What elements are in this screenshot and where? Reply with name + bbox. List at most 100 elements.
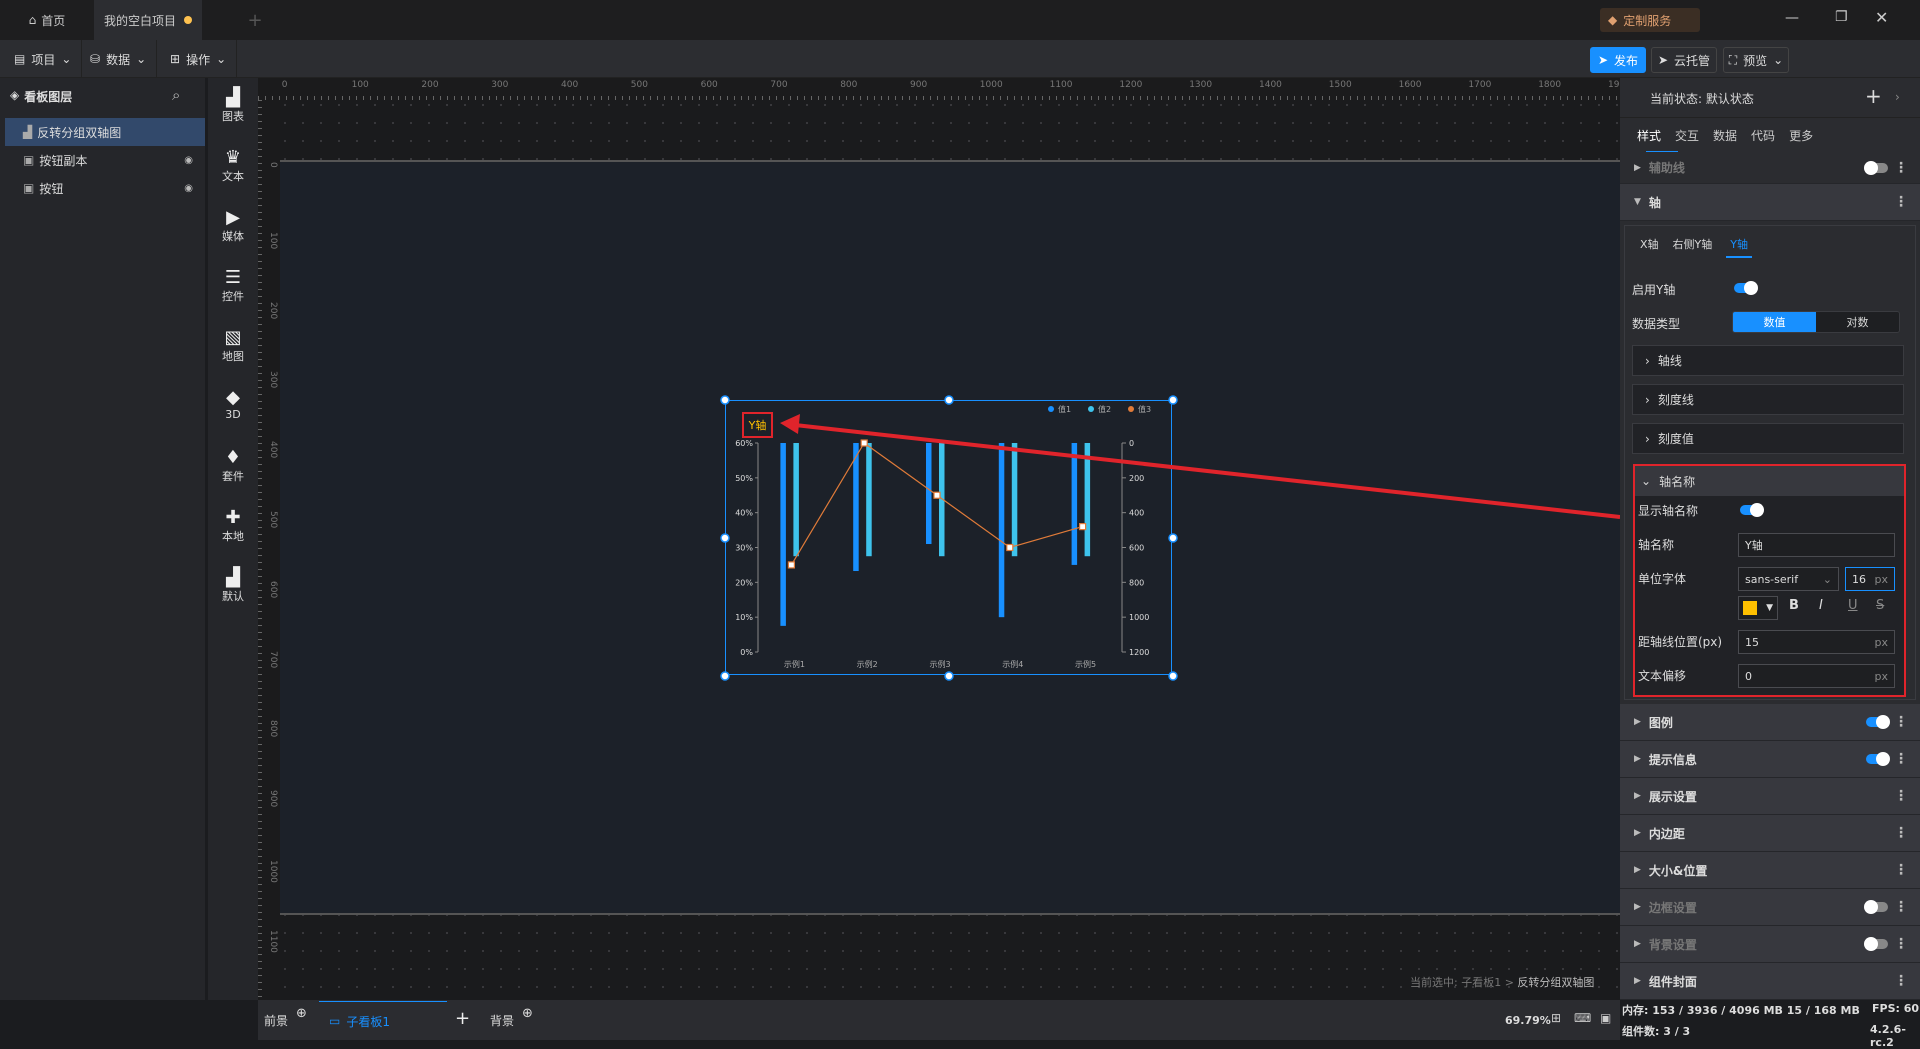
component-1[interactable]: ♛ 文本 [208,148,258,184]
restore-button[interactable]: ❐ [1835,9,1848,25]
subsection-tick-value[interactable]: › 刻度值 [1632,423,1904,454]
property-tab[interactable]: 更多 [1789,127,1813,144]
subsection-tick-line[interactable]: › 刻度线 [1632,384,1904,415]
chevron-right-icon[interactable]: › [1895,90,1900,104]
property-tab[interactable]: 数据 [1713,127,1737,144]
component-2[interactable]: ▶ 媒体 [208,208,258,244]
section-row[interactable]: ▶ 大小&位置 ⋮ [1620,852,1920,889]
more-icon[interactable]: ⋮ [1894,751,1908,767]
more-icon[interactable]: ⋮ [1894,825,1908,841]
add-circle-icon[interactable]: ⊕ [296,1006,307,1021]
section-row[interactable]: ▶ 组件封面 ⋮ [1620,963,1920,1000]
more-icon[interactable]: ⋮ [1894,899,1908,915]
property-tab[interactable]: 样式 [1637,127,1661,144]
property-tab[interactable]: 交互 [1675,127,1699,144]
section-row[interactable]: ▶ 背景设置 ⋮ [1620,926,1920,963]
more-icon[interactable]: ⋮ [1894,862,1908,878]
section-toggle[interactable] [1866,715,1890,729]
type-log-option[interactable]: 对数 [1816,312,1899,332]
add-state-button[interactable]: + [1865,84,1882,108]
terminal-icon[interactable]: ▣ [1600,1011,1611,1025]
enable-y-toggle[interactable] [1734,281,1758,295]
property-tab[interactable]: 代码 [1751,127,1775,144]
ruler-label: 1600 [1398,80,1422,90]
font-size-input[interactable]: 16 px [1845,567,1895,591]
layer-item[interactable]: ▣ 按钮副本 ◉ [5,146,205,174]
search-icon[interactable]: ⌕ [172,86,180,104]
foreground-tab[interactable]: 前景 ⊕ [264,1006,307,1029]
add-circle-icon[interactable]: ⊕ [522,1006,533,1021]
board-tab-active[interactable]: ▭ 子看板1 [319,1001,447,1040]
strikethrough-button[interactable]: S [1876,598,1884,613]
add-board-button[interactable]: + [455,1008,470,1029]
font-color-picker[interactable]: ▼ [1738,596,1778,620]
assist-line-toggle[interactable] [1864,160,1888,175]
chevron-down-icon: ⌄ [1641,474,1652,488]
component-6[interactable]: ♦ 套件 [208,448,258,484]
custom-service-button[interactable]: ◆ 定制服务 [1600,8,1700,32]
cloud-host-button[interactable]: ➤ 云托管 [1651,47,1717,73]
subsection-axis-line[interactable]: › 轴线 [1632,345,1904,376]
type-value-option[interactable]: 数值 [1733,312,1816,332]
section-toggle[interactable] [1866,752,1890,766]
tab-home[interactable]: ⌂ 首页 [0,0,94,40]
section-row[interactable]: ▶ 提示信息 ⋮ [1620,741,1920,778]
show-axis-name-toggle[interactable] [1740,503,1764,517]
distance-input[interactable]: 15 px [1738,630,1895,654]
more-icon[interactable]: ⋮ [1894,714,1908,730]
section-axis[interactable]: ▼ 轴 ⋮ [1620,184,1920,221]
legend-marker [1128,406,1134,412]
tab-y-axis[interactable]: Y轴 [1726,236,1753,258]
component-5[interactable]: ◆ 3D [208,388,258,422]
section-assist-line[interactable]: ▶ 辅助线 ⋮ [1620,152,1920,184]
section-row[interactable]: ▶ 图例 ⋮ [1620,704,1920,741]
font-family-select[interactable]: sans-serif ⌄ [1738,567,1839,591]
background-tab[interactable]: 背景 ⊕ [490,1006,533,1029]
publish-button[interactable]: ➤ 发布 [1590,47,1646,73]
bar-值1 [1071,443,1078,565]
hidden-eye-icon[interactable]: ◉ [184,183,193,194]
fit-screen-icon[interactable]: ⊞ [1551,1011,1561,1025]
minimize-button[interactable]: — [1785,10,1799,26]
subsection-label: 刻度值 [1657,432,1694,446]
tab-project[interactable]: 我的空白项目 [94,0,202,40]
operate-menu[interactable]: ⊞ 操作 ⌄ [160,40,238,78]
tab-project-label: 我的空白项目 [103,13,176,28]
section-toggle[interactable] [1864,900,1888,914]
more-icon[interactable]: ⋮ [1894,973,1908,989]
section-row[interactable]: ▶ 内边距 ⋮ [1620,815,1920,852]
axis-name-input[interactable]: Y轴 [1738,533,1895,557]
subsection-label: 轴名称 [1659,474,1696,489]
more-icon[interactable]: ⋮ [1894,194,1908,210]
component-3[interactable]: ☰ 控件 [208,268,258,304]
component-4[interactable]: ▧ 地图 [208,328,258,364]
component-7[interactable]: ✚ 本地 [208,508,258,544]
more-icon[interactable]: ⋮ [1894,788,1908,804]
data-menu[interactable]: ⛁ 数据 ⌄ [80,40,158,78]
section-label: 边框设置 [1648,900,1697,915]
component-0[interactable]: ▟ 图表 [208,88,258,124]
preview-button[interactable]: ⛶ 预览 ⌄ [1723,47,1789,73]
subsection-axis-name[interactable]: ⌄ 轴名称 [1635,466,1904,496]
chart-widget[interactable]: 0% 10% 20% 30% 40% 50% 60% 0 200 400 600 800 1000 120… [720,395,1178,681]
section-label: 背景设置 [1648,937,1697,952]
section-row[interactable]: ▶ 展示设置 ⋮ [1620,778,1920,815]
keyboard-icon[interactable]: ⌨ [1574,1011,1591,1025]
tab-x-axis[interactable]: X轴 [1640,236,1659,258]
tab-right-y-axis[interactable]: 右侧Y轴 [1673,236,1713,258]
italic-button[interactable]: I [1819,598,1823,613]
offset-input[interactable]: 0 px [1738,664,1895,688]
section-toggle[interactable] [1864,937,1888,951]
more-icon[interactable]: ⋮ [1894,160,1908,176]
section-row[interactable]: ▶ 边框设置 ⋮ [1620,889,1920,926]
project-menu[interactable]: ▤ 项目 ⌄ [4,40,83,78]
underline-button[interactable]: U [1848,598,1858,613]
close-button[interactable]: ✕ [1875,8,1888,27]
layer-item[interactable]: ▣ 按钮 ◉ [5,174,205,202]
bold-button[interactable]: B [1789,598,1799,613]
new-tab-button[interactable]: + [240,0,270,40]
hidden-eye-icon[interactable]: ◉ [184,155,193,166]
layer-item[interactable]: ▟ 反转分组双轴图 [5,118,205,146]
more-icon[interactable]: ⋮ [1894,936,1908,952]
component-8[interactable]: ▟ 默认 [208,568,258,604]
